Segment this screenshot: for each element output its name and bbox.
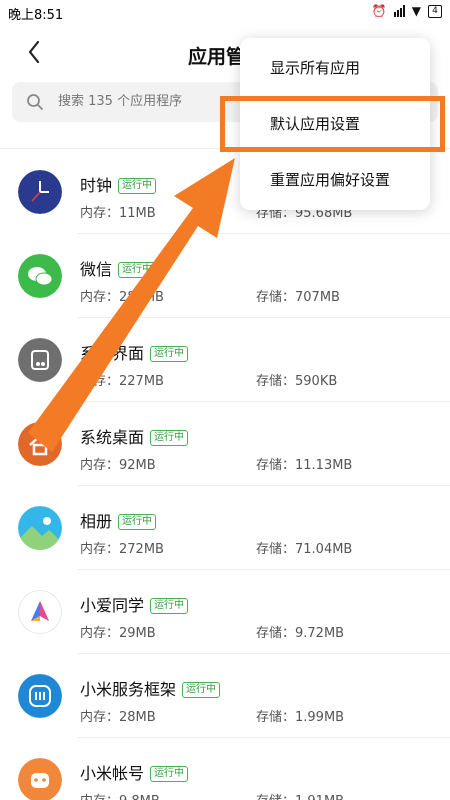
mi-account-icon <box>18 758 62 800</box>
annotation-highlight-box <box>220 96 445 152</box>
memory-usage: 内存：9.8MB <box>80 790 160 800</box>
app-name: 小米服务框架 运行中 <box>80 676 221 700</box>
running-badge: 运行中 <box>118 178 157 194</box>
running-badge: 运行中 <box>150 766 189 782</box>
clock-icon <box>18 170 62 214</box>
app-name: 系统界面 运行中 <box>80 340 189 364</box>
alarm-icon: ⏰ <box>371 4 387 18</box>
list-item[interactable]: 微信 运行中 内存：283MB 存储：707MB <box>0 234 450 318</box>
battery-icon: 4 <box>428 4 442 18</box>
wifi-icon: ▼ <box>411 4 421 18</box>
app-name: 时钟 运行中 <box>80 172 157 196</box>
back-icon[interactable] <box>22 38 48 66</box>
storage-usage: 存储：11.13MB <box>256 458 353 473</box>
app-name: 小米帐号 运行中 <box>80 760 189 784</box>
running-badge: 运行中 <box>150 430 189 446</box>
list-item[interactable]: 相册 运行中 内存：272MB 存储：71.04MB <box>0 486 450 570</box>
list-item[interactable]: 系统界面 运行中 内存：227MB 存储：590KB <box>0 318 450 402</box>
memory-usage: 内存：92MB <box>80 458 156 473</box>
system-ui-icon <box>18 338 62 382</box>
memory-usage: 内存：272MB <box>80 542 164 557</box>
app-list: 时钟 运行中 内存：11MB 存储：95.68MB 微信 运行中 内存：283MB … <box>0 150 450 800</box>
menu-item-reset-preferences[interactable]: 重置应用偏好设置 <box>240 152 430 208</box>
memory-usage: 内存：283MB <box>80 290 164 305</box>
menu-item-show-all-apps[interactable]: 显示所有应用 <box>240 40 430 96</box>
signal-icon <box>393 5 405 17</box>
status-bar: 晚上8:51 ⏰ ▼ 4 <box>0 0 450 24</box>
running-badge: 运行中 <box>182 682 221 698</box>
status-time: 晚上8:51 <box>8 8 64 23</box>
storage-usage: 存储：71.04MB <box>256 542 353 557</box>
list-item[interactable]: 小米服务框架 运行中 内存：28MB 存储：1.99MB <box>0 654 450 738</box>
running-badge: 运行中 <box>118 514 157 530</box>
mi-service-icon <box>18 674 62 718</box>
app-name: 微信 运行中 <box>80 256 157 280</box>
memory-usage: 内存：227MB <box>80 374 164 389</box>
status-icons: ⏰ ▼ 4 <box>372 4 442 18</box>
app-name: 系统桌面 运行中 <box>80 424 189 448</box>
app-name: 相册 运行中 <box>80 508 157 532</box>
memory-usage: 内存：28MB <box>80 710 156 725</box>
storage-usage: 存储：707MB <box>256 290 340 305</box>
storage-usage: 存储：1.99MB <box>256 710 345 725</box>
gallery-icon <box>18 506 62 550</box>
storage-usage: 存储：9.72MB <box>256 626 345 641</box>
app-name: 小爱同学 运行中 <box>80 592 189 616</box>
running-badge: 运行中 <box>150 598 189 614</box>
home-icon <box>18 422 62 466</box>
list-item[interactable]: 小米帐号运行中 内存：9.8MB 存储：1.91MB <box>0 738 450 800</box>
xiaoai-icon <box>18 590 62 634</box>
wechat-icon <box>18 254 62 298</box>
list-item[interactable]: 小爱同学 运行中 内存：29MB 存储：9.72MB <box>0 570 450 654</box>
storage-usage: 存储：590KB <box>256 374 338 389</box>
memory-usage: 内存：11MB <box>80 206 156 221</box>
search-icon <box>27 94 43 110</box>
memory-usage: 内存：29MB <box>80 626 156 641</box>
running-badge: 运行中 <box>118 262 157 278</box>
list-item[interactable]: 系统桌面 运行中 内存：92MB 存储：11.13MB <box>0 402 450 486</box>
storage-usage: 存储：1.91MB <box>256 790 344 800</box>
running-badge: 运行中 <box>150 346 189 362</box>
